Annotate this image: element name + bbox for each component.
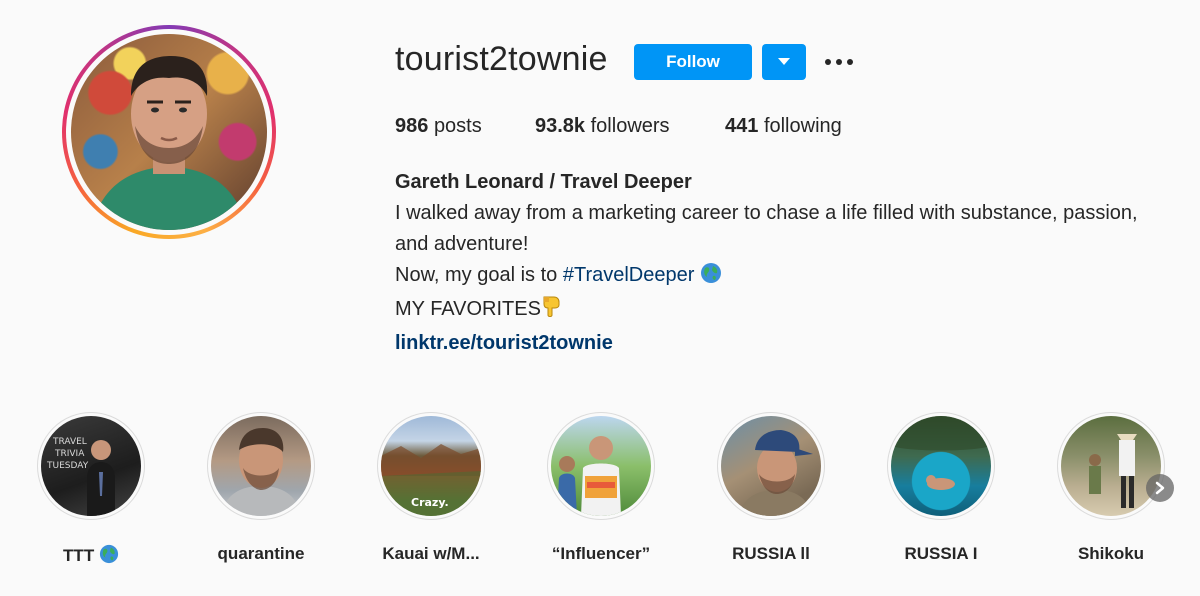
avatar-gap bbox=[66, 29, 272, 235]
highlight-ring: TRAVEL TRIVIA TUESDAY bbox=[37, 412, 145, 520]
highlights-next-button[interactable] bbox=[1146, 474, 1174, 502]
posts-count: 986 bbox=[395, 115, 429, 137]
kauai-caption-text: Crazy. bbox=[411, 496, 449, 509]
ellipsis-icon bbox=[825, 59, 853, 65]
following-label: following bbox=[763, 115, 842, 137]
highlight-influencer[interactable]: “Influencer” bbox=[516, 412, 686, 564]
highlight-cover-russia-1 bbox=[891, 416, 991, 516]
more-options-button[interactable] bbox=[822, 48, 856, 76]
highlight-kauai[interactable]: Crazy. Kauai w/M... bbox=[346, 412, 516, 564]
profile-username: tourist2townie bbox=[395, 40, 608, 78]
highlight-ttt[interactable]: TRAVEL TRIVIA TUESDAY TTT bbox=[6, 412, 176, 569]
globe-icon bbox=[99, 544, 119, 569]
highlight-cover-quarantine bbox=[211, 416, 311, 516]
profile-external-link[interactable]: linktr.ee/tourist2townie bbox=[395, 328, 1175, 359]
bio-line-3: Now, my goal is to #TravelDeeper bbox=[395, 260, 1175, 294]
highlight-label: RUSSIA I bbox=[904, 544, 978, 563]
follow-button[interactable]: Follow bbox=[634, 44, 752, 80]
highlight-ring bbox=[717, 412, 825, 520]
highlight-quarantine[interactable]: quarantine bbox=[176, 412, 346, 564]
highlight-ring bbox=[1057, 412, 1165, 520]
highlight-cover-influencer bbox=[551, 416, 651, 516]
caret-down-icon bbox=[778, 58, 790, 65]
hashtag-link[interactable]: #TravelDeeper bbox=[563, 264, 695, 286]
suggested-accounts-dropdown-button[interactable] bbox=[762, 44, 806, 80]
avatar-person-illustration bbox=[91, 56, 247, 230]
posts-label: posts bbox=[433, 115, 482, 137]
highlight-label: Shikoku bbox=[1077, 544, 1145, 563]
bio-line-4: MY FAVORITES bbox=[395, 294, 1175, 328]
highlight-label: quarantine bbox=[217, 544, 305, 563]
followers-count: 93.8k bbox=[535, 115, 586, 137]
highlight-cover-shikoku bbox=[1061, 416, 1161, 516]
highlight-ring: Crazy. bbox=[377, 412, 485, 520]
bio-line-2: and adventure! bbox=[395, 233, 529, 255]
following-count: 441 bbox=[725, 115, 759, 137]
bio-line-3-prefix: Now, my goal is to bbox=[395, 264, 563, 286]
bio-favorites-text: MY FAVORITES bbox=[395, 298, 541, 320]
highlight-label: “Influencer” bbox=[551, 544, 651, 563]
profile-page: tourist2townie Follow 986 posts 93.8k fo… bbox=[0, 0, 1200, 596]
chevron-right-icon bbox=[1155, 481, 1165, 495]
profile-bio: Gareth Leonard / Travel Deeper I walked … bbox=[395, 167, 1175, 359]
highlight-cover-russia-2 bbox=[721, 416, 821, 516]
highlight-russia-1[interactable]: RUSSIA I bbox=[856, 412, 1026, 564]
following-stat[interactable]: 441 following bbox=[725, 115, 842, 138]
bio-line-1: I walked away from a marketing career to… bbox=[395, 202, 1138, 224]
globe-icon bbox=[700, 262, 722, 294]
highlight-ring bbox=[887, 412, 995, 520]
pointing-down-hand-icon bbox=[541, 294, 561, 328]
highlight-cover-ttt: TRAVEL TRIVIA TUESDAY bbox=[41, 416, 141, 516]
highlight-russia-2[interactable]: RUSSIA ll bbox=[686, 412, 856, 564]
profile-full-name: Gareth Leonard / Travel Deeper bbox=[395, 171, 692, 193]
posts-stat: 986 posts bbox=[395, 115, 482, 138]
highlight-label: Kauai w/M... bbox=[382, 544, 480, 563]
highlight-ring bbox=[207, 412, 315, 520]
highlight-label: RUSSIA ll bbox=[732, 544, 810, 563]
followers-label: followers bbox=[590, 115, 670, 137]
highlight-label: TTT bbox=[6, 544, 176, 569]
highlight-ring bbox=[547, 412, 655, 520]
avatar-photo bbox=[71, 34, 267, 230]
highlight-cover-kauai: Crazy. bbox=[381, 416, 481, 516]
followers-stat[interactable]: 93.8k followers bbox=[535, 115, 670, 138]
profile-avatar[interactable] bbox=[62, 25, 276, 239]
ttt-board-text: TRAVEL TRIVIA TUESDAY bbox=[46, 437, 90, 471]
